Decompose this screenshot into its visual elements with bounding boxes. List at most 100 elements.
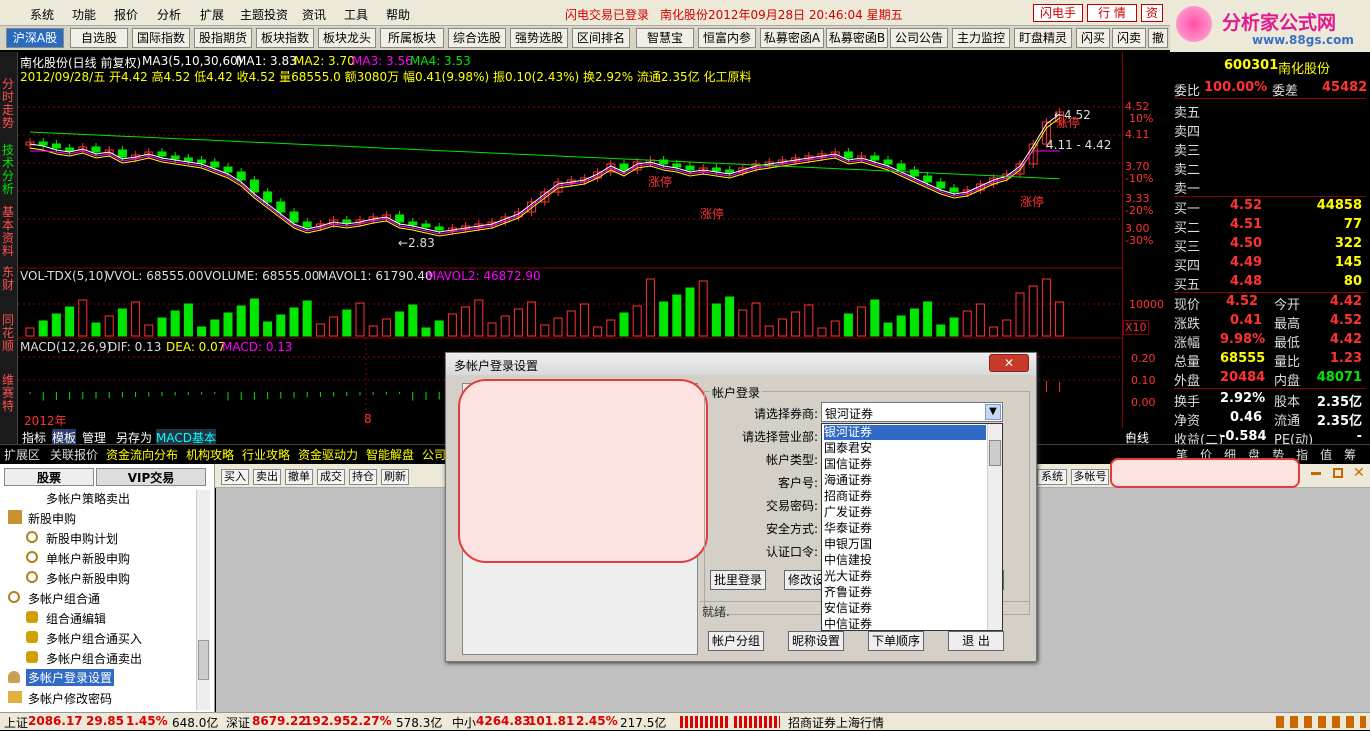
nav-multi-portfolio[interactable]: 多帐户组合通 bbox=[28, 590, 100, 607]
menu-tools[interactable]: 工具 bbox=[344, 6, 368, 23]
menu-extend[interactable]: 扩展 bbox=[200, 6, 224, 23]
broker-option[interactable]: 华泰证券 bbox=[824, 521, 872, 536]
tray-icons[interactable] bbox=[1276, 716, 1366, 728]
fills-button[interactable]: 成交 bbox=[317, 469, 345, 485]
menu-theme-invest[interactable]: 主题投资 bbox=[240, 6, 288, 23]
func-related-quote[interactable]: 关联报价 bbox=[50, 446, 98, 463]
cancel-order-button[interactable]: 撤单 bbox=[285, 469, 313, 485]
dialog-close-icon[interactable]: ✕ bbox=[989, 354, 1029, 372]
vtab-eastmoney[interactable]: 东财 bbox=[2, 266, 16, 292]
chevron-down-icon[interactable]: ▼ bbox=[985, 404, 1001, 420]
flash-hand-button[interactable]: 闪电手 bbox=[1033, 4, 1083, 22]
tab-sector-leader[interactable]: 板块龙头 bbox=[318, 28, 376, 48]
broker-option[interactable]: 申银万国 bbox=[824, 537, 872, 552]
broker-dropdown-list[interactable]: 银河证券 国泰君安 国信证券 海通证券 招商证券 广发证券 华泰证券 申银万国 … bbox=[821, 423, 1003, 631]
tab-range-rank[interactable]: 区间排名 bbox=[572, 28, 630, 48]
nav-ipo[interactable]: 新股申购 bbox=[28, 510, 76, 527]
system-button[interactable]: 系统 bbox=[1037, 469, 1067, 485]
tab-intl-index[interactable]: 国际指数 bbox=[132, 28, 190, 48]
tab-sector-index[interactable]: 板块指数 bbox=[256, 28, 314, 48]
vtab-tonghuashun[interactable]: 同花顺 bbox=[2, 314, 16, 353]
sidebar-scrollbar[interactable] bbox=[196, 490, 210, 710]
batch-login-button[interactable]: 批里登录 bbox=[710, 570, 766, 590]
tab-insider[interactable]: 恒富内参 bbox=[698, 28, 756, 48]
broker-option[interactable]: 银河证券 bbox=[824, 425, 986, 440]
func-extend[interactable]: 扩展区 bbox=[4, 446, 40, 463]
broker-select[interactable]: 银河证券 ▼ bbox=[821, 402, 1003, 422]
vtab-fundamental[interactable]: 基本资料 bbox=[2, 206, 16, 258]
tab-main-monitor[interactable]: 主力监控 bbox=[952, 28, 1010, 48]
sell-button[interactable]: 卖出 bbox=[253, 469, 281, 485]
func-company[interactable]: 公司 bbox=[422, 446, 446, 463]
menu-function[interactable]: 功能 bbox=[72, 6, 96, 23]
broker-option[interactable]: 招商证券 bbox=[824, 489, 872, 504]
broker-option[interactable]: 国信证券 bbox=[824, 457, 872, 472]
nav-portfolio-buy[interactable]: 多帐户组合通买入 bbox=[46, 630, 142, 647]
tab-own-sector[interactable]: 所属板块 bbox=[380, 28, 444, 48]
order-sequence-button[interactable]: 下单顺序 bbox=[868, 631, 924, 651]
func-smart-analysis[interactable]: 智能解盘 bbox=[366, 446, 414, 463]
buy-button[interactable]: 买入 bbox=[221, 469, 249, 485]
dropdown-scrollbar[interactable] bbox=[987, 424, 1002, 630]
nav-portfolio-sell[interactable]: 多帐户组合通卖出 bbox=[46, 650, 142, 667]
tab-cancel[interactable]: 撤 bbox=[1148, 28, 1168, 48]
tab-flash-buy[interactable]: 闪买 bbox=[1076, 28, 1110, 48]
vtab-timeshare[interactable]: 分时走势 bbox=[2, 78, 16, 130]
func-fund-drive[interactable]: 资金驱动力 bbox=[298, 446, 358, 463]
broker-option[interactable]: 海通证券 bbox=[824, 473, 872, 488]
nav-single-ipo[interactable]: 单帐户新股申购 bbox=[46, 550, 130, 567]
nav-portfolio-edit[interactable]: 组合通编辑 bbox=[46, 610, 106, 627]
nav-multi-strategy-sell[interactable]: 多帐户策略卖出 bbox=[46, 490, 130, 507]
tab-vip-trade[interactable]: VIP交易 bbox=[96, 468, 206, 486]
func-inst-strategy[interactable]: 机构攻略 bbox=[186, 446, 234, 463]
positions-button[interactable]: 持仓 bbox=[349, 469, 377, 485]
multi-account-button[interactable]: 多帐号 bbox=[1071, 469, 1109, 485]
tab-private-a[interactable]: 私募密函A bbox=[760, 28, 824, 48]
account-group-button[interactable]: 帐户分组 bbox=[708, 631, 764, 651]
broker-option[interactable]: 安信证券 bbox=[824, 601, 872, 616]
tab-composite-pick[interactable]: 综合选股 bbox=[448, 28, 506, 48]
func-fund-flow[interactable]: 资金流向分布 bbox=[106, 446, 178, 463]
exit-button[interactable]: 退 出 bbox=[948, 631, 1004, 651]
qtab-index[interactable]: 指 bbox=[1296, 448, 1320, 462]
minimize-icon[interactable] bbox=[1311, 472, 1321, 475]
close-icon[interactable]: ✕ bbox=[1353, 465, 1365, 481]
vtab-technical[interactable]: 技术分析 bbox=[2, 144, 16, 196]
qtab-chips[interactable]: 筹 bbox=[1344, 448, 1368, 462]
market-button[interactable]: 行 情 bbox=[1087, 4, 1137, 22]
dialog-titlebar[interactable]: 多帐户登录设置 ✕ bbox=[446, 353, 1036, 375]
tab-sh-sz-a[interactable]: 沪深A股 bbox=[6, 28, 64, 48]
qtab-value[interactable]: 值 bbox=[1320, 448, 1344, 462]
broker-option[interactable]: 光大证券 bbox=[824, 569, 872, 584]
menu-help[interactable]: 帮助 bbox=[386, 6, 410, 23]
tab-stock[interactable]: 股票 bbox=[4, 468, 94, 486]
broker-option[interactable]: 中信建投 bbox=[824, 553, 872, 568]
tab-watchlist[interactable]: 自选股 bbox=[70, 28, 128, 48]
maximize-icon[interactable] bbox=[1333, 468, 1343, 478]
menu-system[interactable]: 系统 bbox=[30, 6, 54, 23]
vtab-weisaite[interactable]: 维赛特 bbox=[2, 374, 16, 413]
asset-button[interactable]: 资 bbox=[1141, 4, 1163, 22]
dropdown-scroll-thumb[interactable] bbox=[989, 440, 1001, 466]
menu-quote[interactable]: 报价 bbox=[114, 6, 138, 23]
tab-announce[interactable]: 公司公告 bbox=[890, 28, 948, 48]
broker-option[interactable]: 广发证券 bbox=[824, 505, 872, 520]
tab-strong-pick[interactable]: 强势选股 bbox=[510, 28, 568, 48]
func-industry[interactable]: 行业攻略 bbox=[242, 446, 290, 463]
menu-analysis[interactable]: 分析 bbox=[157, 6, 181, 23]
refresh-button[interactable]: 刷新 bbox=[381, 469, 409, 485]
tab-watch-spirit[interactable]: 盯盘精灵 bbox=[1014, 28, 1072, 48]
tab-flash-sell[interactable]: 闪卖 bbox=[1112, 28, 1146, 48]
nav-multi-change-pwd[interactable]: 多帐户修改密码 bbox=[28, 690, 112, 707]
nav-ipo-plan[interactable]: 新股申购计划 bbox=[46, 530, 118, 547]
tab-index-futures[interactable]: 股指期货 bbox=[194, 28, 252, 48]
broker-option[interactable]: 齐鲁证券 bbox=[824, 585, 872, 600]
nav-multi-ipo[interactable]: 多帐户新股申购 bbox=[46, 570, 130, 587]
tab-private-b[interactable]: 私募密函B bbox=[826, 28, 888, 48]
broker-option[interactable]: 国泰君安 bbox=[824, 441, 872, 456]
nickname-button[interactable]: 昵称设置 bbox=[788, 631, 844, 651]
broker-option[interactable]: 中信证券 bbox=[824, 617, 872, 632]
nav-multi-login-settings[interactable]: 多帐户登录设置 bbox=[26, 669, 115, 686]
scrollbar-thumb[interactable] bbox=[198, 640, 209, 680]
tab-wisdom[interactable]: 智慧宝 bbox=[636, 28, 694, 48]
